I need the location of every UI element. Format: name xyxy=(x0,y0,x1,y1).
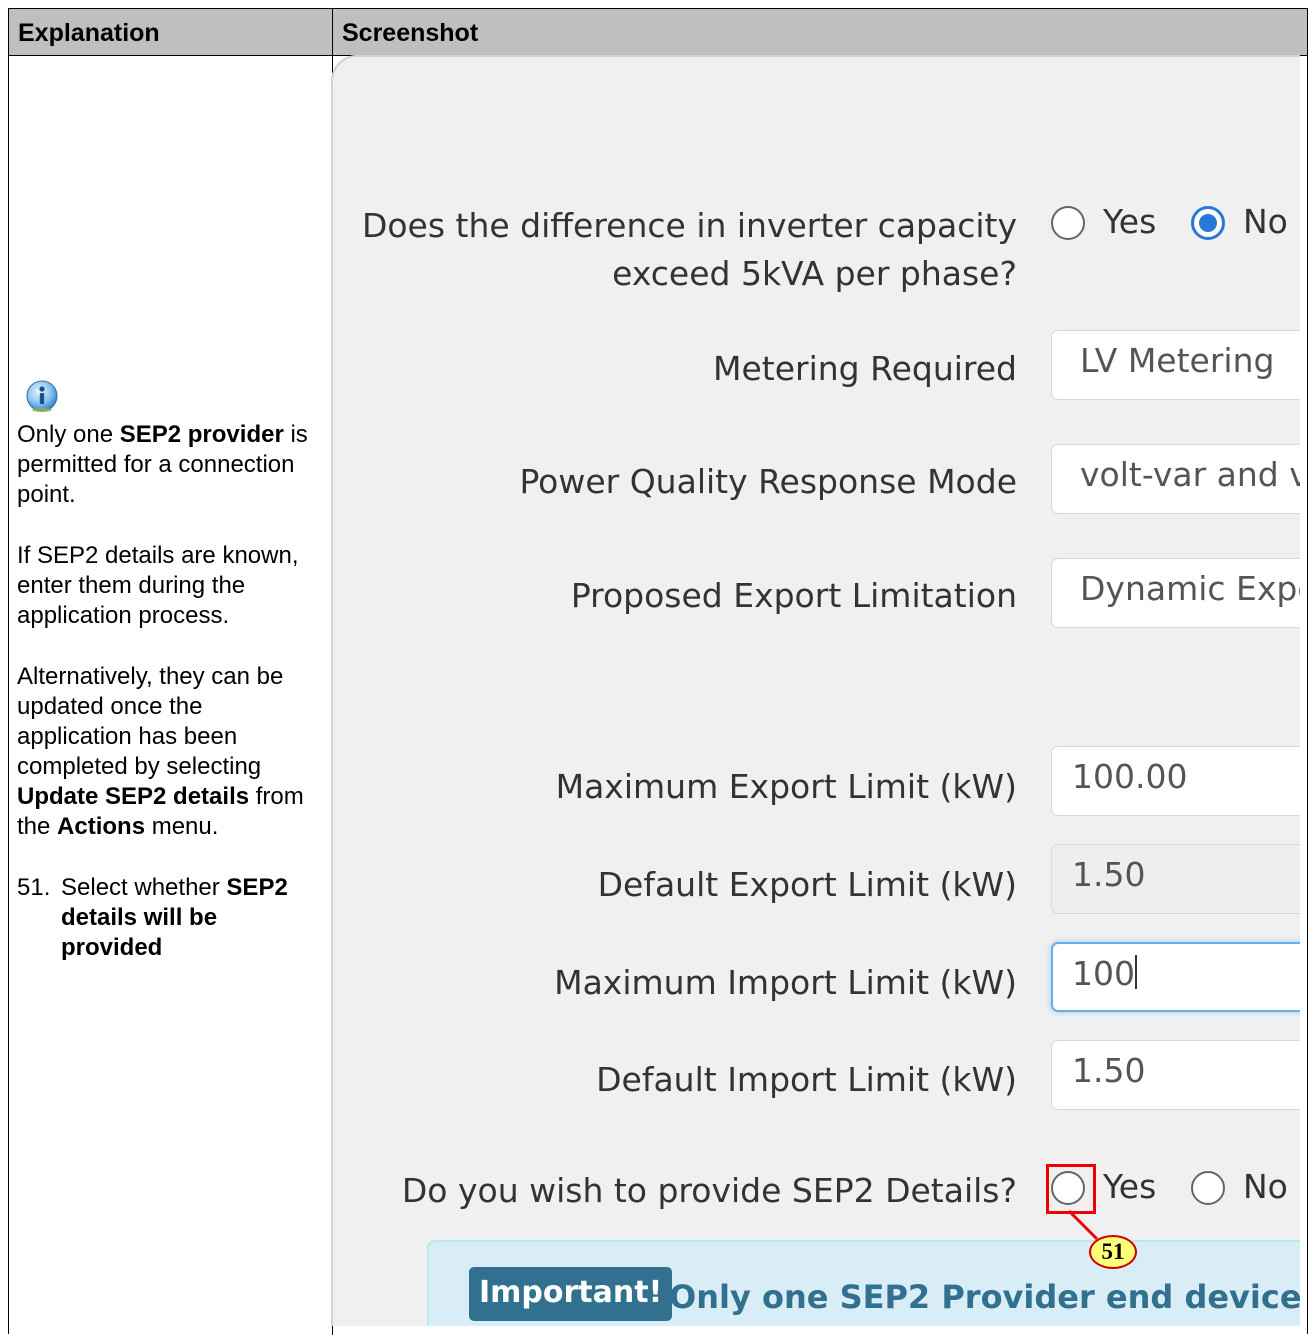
inverter-question-label: Does the difference in inverter capacity… xyxy=(361,206,1017,293)
default-import-label: Default Import Limit (kW) xyxy=(596,1060,1017,1099)
sep2-no-label: No xyxy=(1243,1167,1288,1206)
sep2-yes-label: Yes xyxy=(1103,1167,1157,1206)
info-icon xyxy=(26,380,58,412)
inverter-no-radio[interactable] xyxy=(1191,206,1225,240)
inverter-no-label: No xyxy=(1243,202,1288,241)
sep2-no-radio[interactable] xyxy=(1191,1171,1225,1205)
max-export-label: Maximum Export Limit (kW) xyxy=(555,767,1017,806)
pqrm-label: Power Quality Response Mode xyxy=(519,462,1017,501)
important-badge: Important! xyxy=(469,1267,673,1321)
important-alert: Important! Only one SEP2 Provider end de… xyxy=(427,1240,1300,1326)
step-51: 51. Select whether SEP2 details will be … xyxy=(17,873,322,963)
form-panel: Does the difference in inverter capacity… xyxy=(331,55,1300,1326)
metering-select[interactable]: LV Metering xyxy=(1051,330,1300,400)
alert-text: Only one SEP2 Provider end device for a … xyxy=(669,1278,1300,1316)
step-text: Select whether SEP2 details will be prov… xyxy=(61,874,288,961)
step-number: 51. xyxy=(17,874,51,901)
pqrm-select[interactable]: volt-var and volt-watt xyxy=(1051,444,1300,514)
max-import-label: Maximum Import Limit (kW) xyxy=(554,963,1017,1002)
inverter-yes-label: Yes xyxy=(1103,202,1157,241)
paragraph-alternatively: Alternatively, they can be updated once … xyxy=(17,663,304,840)
screenshot-cell: Does the difference in inverter capacity… xyxy=(331,55,1300,1326)
default-import-input: 1.50 xyxy=(1051,1040,1300,1110)
export-limitation-label: Proposed Export Limitation xyxy=(570,576,1017,615)
explanation-column-header: Explanation xyxy=(18,19,160,47)
max-import-input[interactable]: 100 xyxy=(1051,942,1300,1012)
screenshot-column-header: Screenshot xyxy=(342,19,479,47)
sep2-question-label: Do you wish to provide SEP2 Details? xyxy=(401,1171,1017,1210)
export-limitation-select[interactable]: Dynamic Export xyxy=(1051,558,1300,628)
paragraph-known-details: If SEP2 details are known, enter them du… xyxy=(17,542,299,629)
table-header-row: Explanation Screenshot xyxy=(9,9,1307,56)
default-export-input: 1.50 xyxy=(1051,844,1300,914)
inverter-yes-radio[interactable] xyxy=(1051,206,1085,240)
highlight-box xyxy=(1046,1164,1096,1214)
max-export-input[interactable]: 100.00 xyxy=(1051,746,1300,816)
text-caret xyxy=(1135,955,1137,989)
metering-label: Metering Required xyxy=(713,349,1017,388)
default-export-label: Default Export Limit (kW) xyxy=(597,865,1017,904)
step-callout-badge: 51 xyxy=(1089,1235,1137,1269)
paragraph-one-provider: Only one SEP2 provider is permitted for … xyxy=(17,421,308,508)
explanation-cell: Only one SEP2 provider is permitted for … xyxy=(17,379,322,963)
